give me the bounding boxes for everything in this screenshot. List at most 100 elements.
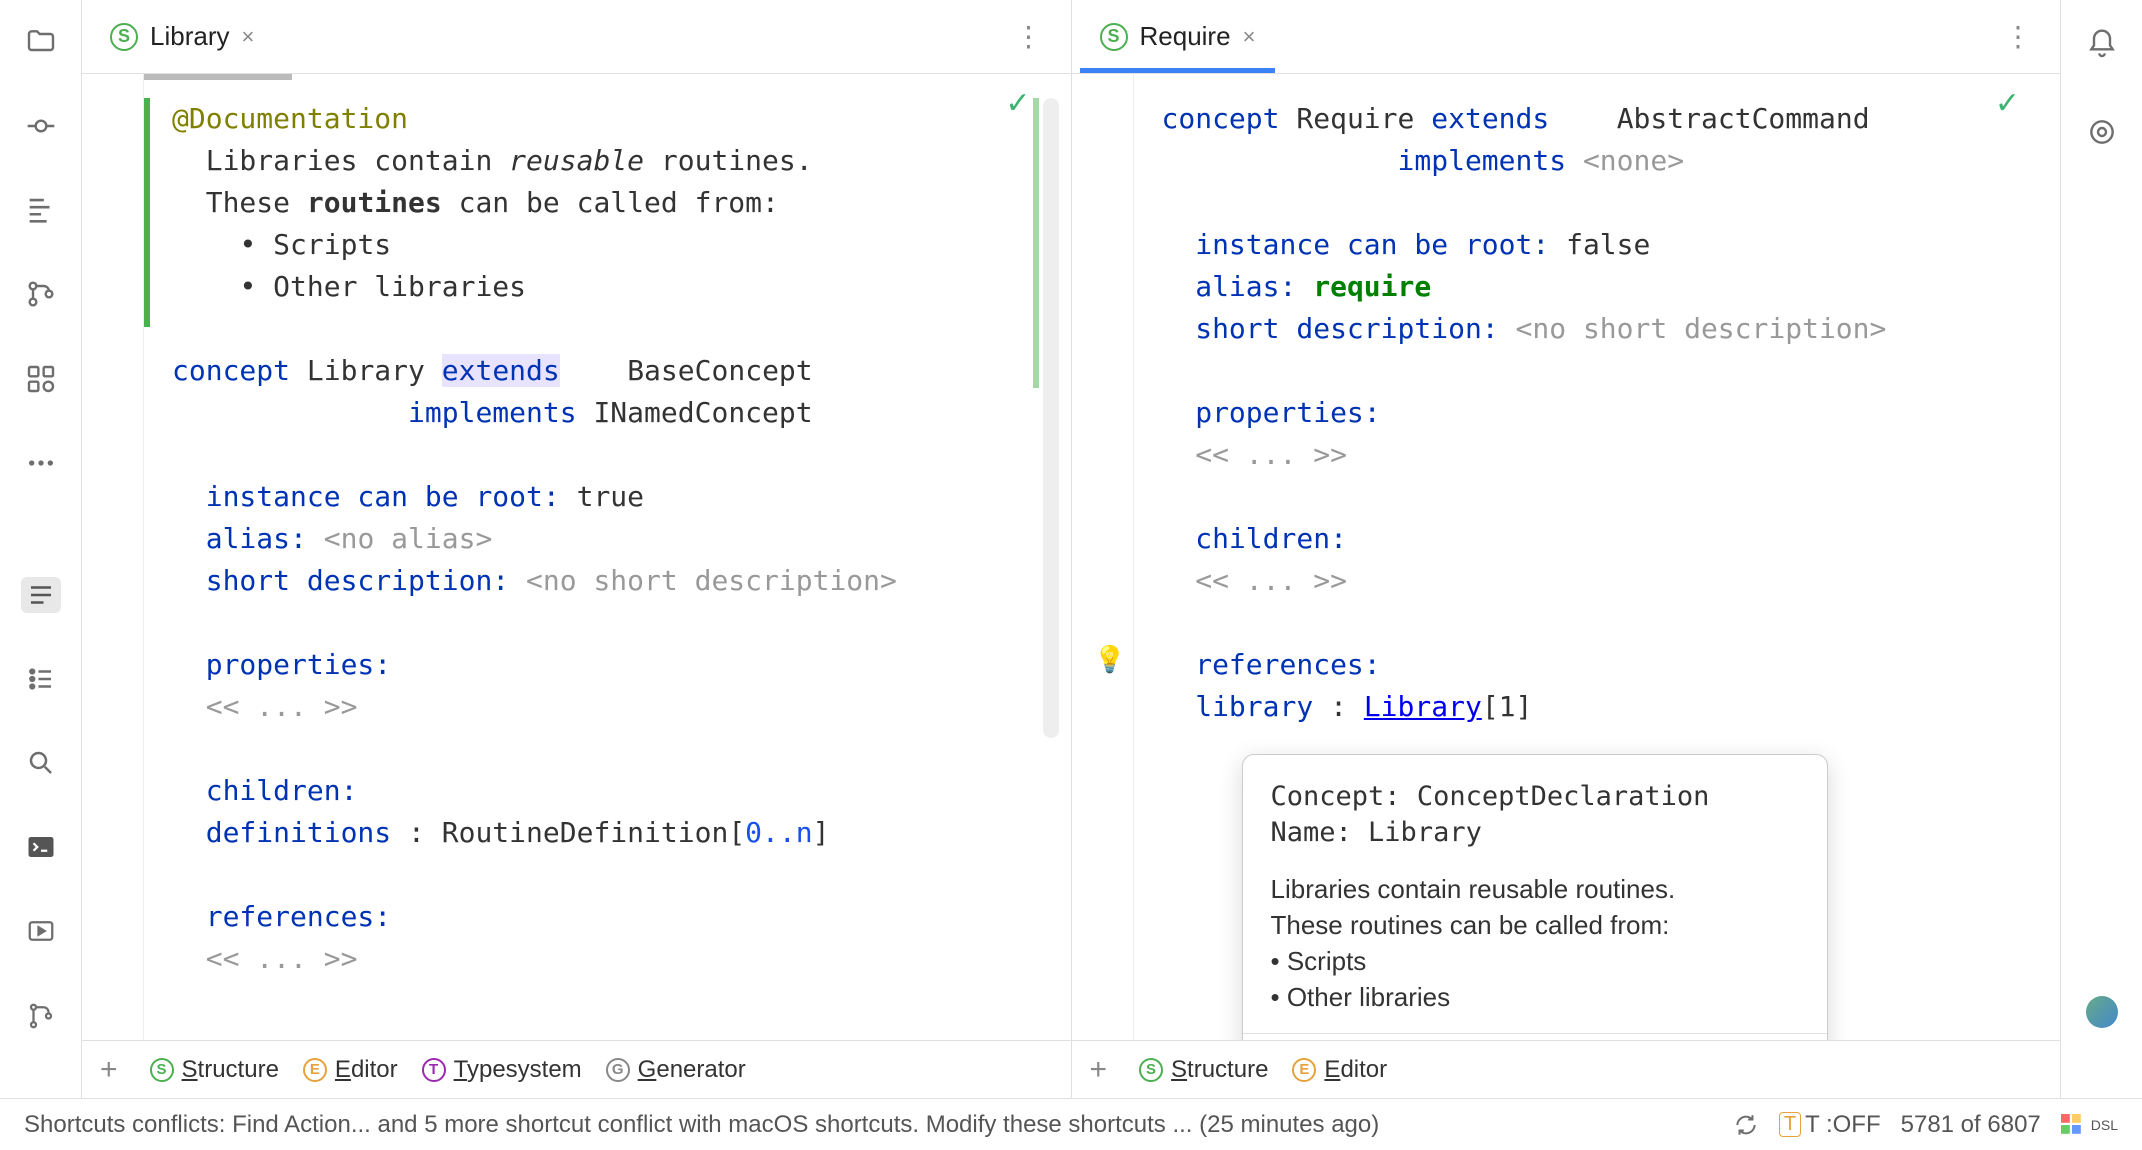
doc-line: can be called from: [442, 186, 779, 219]
root-val: true [577, 480, 644, 513]
editor-body-left[interactable]: ✓ @Documentation Libraries contain reusa… [82, 74, 1071, 1040]
list-icon[interactable] [21, 661, 61, 697]
kw-alias: alias: [206, 522, 307, 555]
tab-library[interactable]: S Library × [90, 0, 274, 73]
alias-val: require [1313, 270, 1431, 303]
kw-extends: extends [1431, 102, 1549, 135]
btab-structure[interactable]: SStructure [150, 1056, 279, 1084]
doc-ital: reusable [509, 144, 644, 177]
kw-concept: concept [172, 354, 290, 387]
add-tab-icon[interactable]: + [1090, 1053, 1108, 1087]
tab-title: Library [150, 21, 229, 52]
kw-props: properties: [206, 648, 391, 681]
status-position[interactable]: 5781 of 6807 [1901, 1111, 2041, 1139]
kw-shortdesc: short description: [1195, 312, 1498, 345]
terminal-icon[interactable] [21, 829, 61, 865]
kw-root: instance can be root: [206, 480, 560, 513]
placeholder: << ... >> [1195, 438, 1347, 471]
s-badge-icon: S [110, 23, 138, 51]
tt-body-line: Libraries contain reusable routines. [1271, 871, 1799, 907]
ref-lib-link[interactable]: Library [1364, 690, 1482, 723]
status-t-off[interactable]: TT :OFF [1779, 1111, 1881, 1139]
doc-line: routines. [644, 144, 813, 177]
right-toolbar [2060, 0, 2142, 1098]
tt-footer: M jetbrains.mps.samples.Kaja.structure ⋮ [1271, 1034, 1799, 1040]
shortdesc-val: <no short description> [1516, 312, 1887, 345]
kw-shortdesc: short description: [206, 564, 509, 597]
btab-generator[interactable]: GGenerator [606, 1056, 746, 1084]
btab-structure[interactable]: SStructure [1139, 1056, 1268, 1084]
card-range: 0..n [745, 816, 812, 849]
editor-gutter [1072, 74, 1134, 1040]
doc-bullet: • Other libraries [239, 270, 526, 303]
status-message[interactable]: Shortcuts conflicts: Find Action... and … [24, 1111, 1379, 1139]
doc-line: Libraries contain [206, 144, 509, 177]
tt-concept-line: Concept: ConceptDeclaration [1271, 779, 1799, 815]
children-type: RoutineDefinition [442, 816, 729, 849]
intention-bulb-icon[interactable]: 💡 [1094, 644, 1126, 675]
kw-implements: implements [1398, 144, 1567, 177]
services-icon[interactable] [21, 361, 61, 397]
tab-more-icon[interactable]: ⋮ [1984, 20, 2052, 53]
doc-line: These [206, 186, 307, 219]
folder-icon[interactable] [21, 24, 61, 60]
commit-icon[interactable] [21, 108, 61, 144]
doc-bullet: • Scripts [239, 228, 391, 261]
root-val: false [1566, 228, 1650, 261]
bell-icon[interactable] [2082, 24, 2122, 64]
add-tab-icon[interactable]: + [100, 1053, 118, 1087]
bottom-tabs-right: + SStructure EEditor [1072, 1040, 2061, 1098]
tab-bar-left: S Library × ⋮ [82, 0, 1071, 74]
close-icon[interactable]: × [241, 24, 254, 50]
kw-implements: implements [408, 396, 577, 429]
search-icon[interactable] [21, 745, 61, 781]
btab-typesystem[interactable]: TTypesystem [422, 1056, 582, 1084]
structure-icon[interactable] [21, 192, 61, 228]
editor-pane-right: S Require × ⋮ ✓ 💡 concept Require extend… [1072, 0, 2061, 1098]
tab-more-icon[interactable]: ⋮ [995, 20, 1063, 53]
documentation-popup: Concept: ConceptDeclaration Name: Librar… [1242, 754, 1828, 1040]
tab-bar-right: S Require × ⋮ [1072, 0, 2061, 74]
tt-body-line: These routines can be called from: [1271, 907, 1799, 943]
vcs-branch-icon[interactable] [21, 998, 61, 1034]
placeholder: << ... >> [1195, 564, 1347, 597]
tt-name-line: Name: Library [1271, 815, 1799, 851]
tab-title: Require [1140, 21, 1231, 52]
kw-refs: references: [1195, 648, 1380, 681]
text-lines-icon[interactable] [21, 577, 61, 613]
concept-name: Require [1296, 102, 1414, 135]
kw-children: children: [206, 774, 358, 807]
alias-val: <no alias> [324, 522, 493, 555]
status-dsl[interactable]: DSL [2061, 1114, 2118, 1136]
s-badge-icon: S [1100, 23, 1128, 51]
status-bar: Shortcuts conflicts: Find Action... and … [0, 1098, 2142, 1150]
kw-concept: concept [1162, 102, 1280, 135]
placeholder: << ... >> [206, 942, 358, 975]
status-sync-icon[interactable] [1733, 1112, 1759, 1138]
tab-require[interactable]: S Require × [1080, 0, 1276, 73]
shortdesc-val: <no short description> [526, 564, 897, 597]
children-defs: definitions [206, 816, 391, 849]
target-icon[interactable] [2082, 112, 2122, 152]
placeholder: << ... >> [206, 690, 358, 723]
btab-editor[interactable]: EEditor [1292, 1056, 1387, 1084]
super-concept: BaseConcept [627, 354, 812, 387]
vcs-icon[interactable] [21, 276, 61, 312]
super-concept: AbstractCommand [1617, 102, 1870, 135]
kw-alias: alias: [1195, 270, 1296, 303]
run-icon[interactable] [21, 913, 61, 949]
kw-children: children: [1195, 522, 1347, 555]
editor-body-right[interactable]: ✓ 💡 concept Require extends AbstractComm… [1072, 74, 2061, 1040]
tt-body-bullet: • Other libraries [1271, 979, 1799, 1015]
more-tools-icon[interactable] [21, 445, 61, 481]
bottom-tabs-left: + SStructure EEditor TTypesystem GGenera… [82, 1040, 1071, 1098]
close-icon[interactable]: × [1243, 24, 1256, 50]
ref-card: [1] [1482, 690, 1533, 723]
avatar-icon[interactable] [2082, 992, 2122, 1032]
btab-editor[interactable]: EEditor [303, 1056, 398, 1084]
editor-pane-left: S Library × ⋮ ✓ @Documentation Libraries… [82, 0, 1072, 1098]
code-area-left[interactable]: @Documentation Libraries contain reusabl… [144, 74, 1071, 1040]
doc-annotation: @Documentation [172, 102, 408, 135]
kw-extends: extends [442, 354, 560, 387]
iface: INamedConcept [593, 396, 812, 429]
